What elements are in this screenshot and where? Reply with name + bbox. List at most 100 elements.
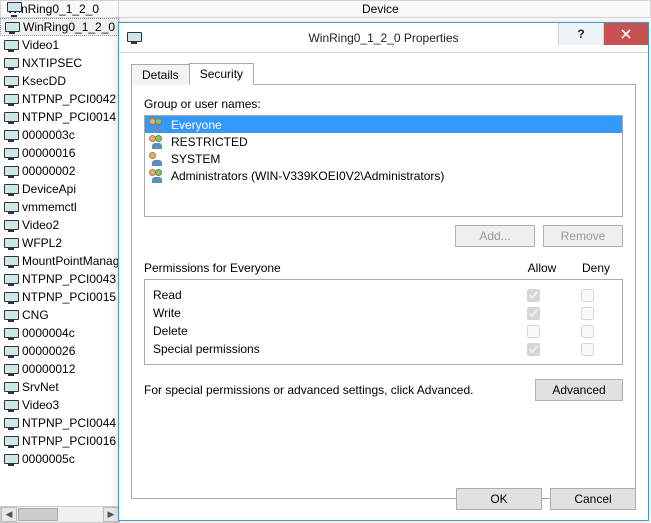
tree-item[interactable]: CNG xyxy=(0,306,119,324)
allow-checkbox[interactable] xyxy=(527,307,540,320)
tab-details[interactable]: Details xyxy=(131,64,190,85)
tree-item[interactable]: NTPNP_PCI0015 xyxy=(0,288,119,306)
tree-item[interactable]: 00000002 xyxy=(0,162,119,180)
tree-item[interactable]: NTPNP_PCI0014 xyxy=(0,108,119,126)
remove-button[interactable]: Remove xyxy=(543,225,623,247)
tree-item-label: NTPNP_PCI0043 xyxy=(22,272,116,286)
tree-item-label: 00000012 xyxy=(22,362,75,376)
permission-name: Special permissions xyxy=(153,342,506,356)
principal-item[interactable]: SYSTEM xyxy=(145,150,622,167)
monitor-icon xyxy=(4,238,18,249)
principals-listbox[interactable]: Everyone RESTRICTED SYSTEM Administrators (… xyxy=(144,115,623,217)
tree-item-label: NTPNP_PCI0015 xyxy=(22,290,116,304)
user-icon xyxy=(149,152,165,166)
tree-item-label: 00000016 xyxy=(22,146,75,160)
scroll-left-button[interactable]: ◀ xyxy=(1,507,17,522)
deny-checkbox[interactable] xyxy=(581,289,594,302)
principal-label: SYSTEM xyxy=(171,152,220,166)
tree-item[interactable]: NTPNP_PCI0044 xyxy=(0,414,119,432)
tree-item-label: Video3 xyxy=(22,398,59,412)
tree-item[interactable]: MountPointManager xyxy=(0,252,119,270)
tree-item[interactable]: vmmemctl xyxy=(0,198,119,216)
principal-item[interactable]: Administrators (WIN-V339KOEI0V2\Administ… xyxy=(145,167,622,184)
principal-item[interactable]: RESTRICTED xyxy=(145,133,622,150)
tree-item-label: WinRing0_1_2_0 xyxy=(23,20,115,34)
tree-item[interactable]: WFPL2 xyxy=(0,234,119,252)
principal-item[interactable]: Everyone xyxy=(145,116,622,133)
tree-item-label: MountPointManager xyxy=(22,254,120,268)
add-button[interactable]: Add... xyxy=(455,225,535,247)
group-names-label: Group or user names: xyxy=(144,97,623,111)
monitor-icon xyxy=(4,382,18,393)
allow-checkbox[interactable] xyxy=(527,325,540,338)
tree-item[interactable]: NXTIPSEC xyxy=(0,54,119,72)
tree-item-label: NTPNP_PCI0044 xyxy=(22,416,116,430)
permission-name: Delete xyxy=(153,324,506,338)
monitor-icon xyxy=(4,454,18,465)
monitor-icon xyxy=(4,328,18,339)
monitor-icon xyxy=(4,256,18,267)
monitor-icon xyxy=(4,292,18,303)
deny-checkbox[interactable] xyxy=(581,307,594,320)
tree-item[interactable]: SrvNet xyxy=(0,378,119,396)
permissions-group: ReadWriteDeleteSpecial permissions xyxy=(144,279,623,365)
monitor-icon xyxy=(4,400,18,411)
close-button[interactable] xyxy=(603,23,648,45)
permission-row: Read xyxy=(153,286,614,304)
monitor-icon xyxy=(4,184,18,195)
principal-label: RESTRICTED xyxy=(171,135,248,149)
tree-item-label: WFPL2 xyxy=(22,236,62,250)
tab-security[interactable]: Security xyxy=(189,63,254,85)
help-button[interactable]: ? xyxy=(558,23,603,45)
group-icon xyxy=(149,118,165,132)
allow-checkbox[interactable] xyxy=(527,343,540,356)
dialog-content: Details Security Group or user names: Ev… xyxy=(119,53,648,520)
scroll-track[interactable] xyxy=(17,507,103,522)
tree-item[interactable]: Video1 xyxy=(0,36,119,54)
tree-item[interactable]: Video3 xyxy=(0,396,119,414)
monitor-icon xyxy=(4,166,18,177)
tree-header-first: WinRing0_1_2_0 xyxy=(1,1,119,17)
tree-item[interactable]: 0000003c xyxy=(0,126,119,144)
tree-item-label: CNG xyxy=(22,308,49,322)
monitor-icon xyxy=(5,22,19,33)
allow-checkbox[interactable] xyxy=(527,289,540,302)
tree-item[interactable]: NTPNP_PCI0016 xyxy=(0,432,119,450)
tree-item[interactable]: 00000026 xyxy=(0,342,119,360)
close-icon xyxy=(621,29,631,39)
cancel-button[interactable]: Cancel xyxy=(550,488,636,510)
tree-item[interactable]: KsecDD xyxy=(0,72,119,90)
tree-item-label: NTPNP_PCI0016 xyxy=(22,434,116,448)
tree-item-label: NTPNP_PCI0014 xyxy=(22,110,116,124)
monitor-icon xyxy=(4,148,18,159)
ok-button[interactable]: OK xyxy=(456,488,542,510)
tree-item[interactable]: 0000005c xyxy=(0,450,119,468)
monitor-icon xyxy=(4,364,18,375)
monitor-icon xyxy=(4,418,18,429)
permissions-header: Permissions for Everyone Allow Deny xyxy=(144,261,623,275)
tree-item[interactable]: NTPNP_PCI0042 xyxy=(0,90,119,108)
advanced-button[interactable]: Advanced xyxy=(535,379,623,401)
tree-item[interactable]: NTPNP_PCI0043 xyxy=(0,270,119,288)
deny-checkbox[interactable] xyxy=(581,325,594,338)
scroll-thumb[interactable] xyxy=(18,508,58,521)
monitor-icon xyxy=(4,310,18,321)
device-tree[interactable]: WinRing0_1_2_0 Video1NXTIPSEC KsecDD NTPNP_… xyxy=(0,18,120,505)
monitor-icon xyxy=(4,112,18,123)
tree-item[interactable]: 00000012 xyxy=(0,360,119,378)
horizontal-scrollbar[interactable]: ◀ ▶ xyxy=(0,506,120,523)
tree-item-label: SrvNet xyxy=(22,380,59,394)
column-header-device: Device xyxy=(356,1,405,17)
principal-label: Administrators (WIN-V339KOEI0V2\Administ… xyxy=(171,169,444,183)
deny-checkbox[interactable] xyxy=(581,343,594,356)
tree-item-label: NTPNP_PCI0042 xyxy=(22,92,116,106)
tree-item[interactable]: Video2 xyxy=(0,216,119,234)
tree-item[interactable]: DeviceApi xyxy=(0,180,119,198)
monitor-icon xyxy=(4,202,18,213)
tree-item[interactable]: 0000004c xyxy=(0,324,119,342)
scroll-right-button[interactable]: ▶ xyxy=(103,507,119,522)
tree-item[interactable]: 00000016 xyxy=(0,144,119,162)
tree-item[interactable]: WinRing0_1_2_0 xyxy=(0,18,119,36)
titlebar[interactable]: WinRing0_1_2_0 Properties ? xyxy=(119,23,648,53)
tree-item-label: KsecDD xyxy=(22,74,66,88)
